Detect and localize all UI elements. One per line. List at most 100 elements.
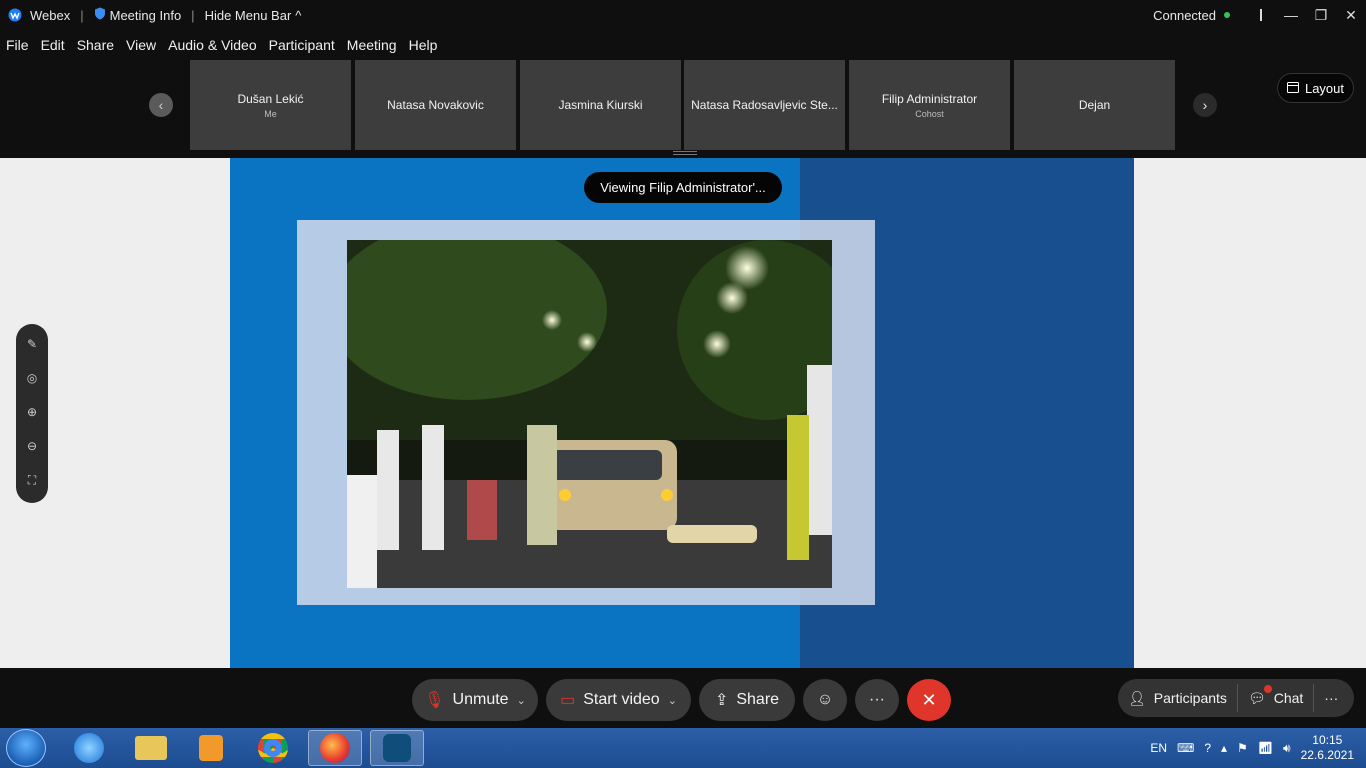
- menu-share[interactable]: Share: [77, 37, 114, 53]
- chat-bubble-icon: 💬︎: [1247, 689, 1266, 706]
- participant-name: Dušan Lekić: [237, 91, 304, 106]
- panel-more-button[interactable]: ···: [1314, 679, 1348, 717]
- participant-tile[interactable]: Dejan: [1014, 60, 1175, 150]
- volume-icon[interactable]: 🔊︎: [1283, 741, 1291, 756]
- leave-meeting-button[interactable]: ✕: [907, 679, 951, 721]
- unmute-button[interactable]: 🎙︎ Unmute ⌄: [412, 679, 538, 721]
- participant-role: Me: [264, 108, 277, 119]
- participant-strip: ‹ Dušan Lekić Me Natasa Novakovic Jasmin…: [0, 60, 1366, 158]
- menu-bar: File Edit Share View Audio & Video Parti…: [0, 30, 1366, 60]
- shared-slide: [230, 158, 1134, 668]
- minimize-button[interactable]: —: [1276, 0, 1306, 30]
- video-off-icon: ▭: [560, 692, 576, 709]
- remote-control-icon[interactable]: ◎: [22, 368, 42, 388]
- webex-logo-icon: [8, 8, 22, 22]
- firefox-icon: [320, 733, 350, 763]
- resize-handle[interactable]: [673, 151, 697, 155]
- action-center-flag-icon[interactable]: ⚑: [1237, 741, 1248, 755]
- menu-view[interactable]: View: [126, 37, 156, 53]
- internet-explorer-icon: [74, 733, 104, 763]
- chevron-up-icon: ^: [295, 7, 302, 23]
- participant-name: Natasa Radosavljevic Ste...: [691, 98, 838, 112]
- layout-button[interactable]: Layout: [1277, 73, 1354, 103]
- share-button[interactable]: ⇪ Share: [699, 679, 795, 721]
- media-player-icon: [199, 735, 223, 761]
- layout-icon: [1286, 81, 1299, 96]
- clock-time: 10:15: [1312, 733, 1343, 747]
- folder-icon: [135, 736, 167, 760]
- start-button[interactable]: [6, 729, 46, 767]
- ellipsis-icon: ···: [1324, 690, 1339, 706]
- annotate-pen-icon[interactable]: ✎: [22, 334, 42, 354]
- participant-tile[interactable]: Natasa Novakovic: [355, 60, 516, 150]
- language-indicator[interactable]: EN: [1150, 741, 1167, 755]
- menu-participant[interactable]: Participant: [269, 37, 335, 53]
- chevron-down-icon[interactable]: ⌄: [668, 694, 677, 707]
- help-icon[interactable]: ?: [1204, 741, 1211, 755]
- next-page-button[interactable]: ›: [1193, 93, 1217, 117]
- participant-role: Cohost: [915, 108, 944, 119]
- taskbar-webex[interactable]: [370, 730, 424, 766]
- keyboard-icon[interactable]: ⌨︎: [1177, 741, 1194, 755]
- app-title: Webex: [30, 7, 71, 23]
- annotation-toolbar: ✎ ◎ ⊕ ⊖ ⛶: [16, 324, 48, 503]
- photo-frame: [297, 220, 875, 605]
- taskbar-chrome[interactable]: [246, 730, 300, 766]
- taskbar-firefox[interactable]: [308, 730, 362, 766]
- windows-taskbar: EN ⌨︎ ? ▴ ⚑ 📶︎ 🔊︎ 10:15 22.6.2021: [0, 728, 1366, 768]
- close-window-button[interactable]: ✕: [1336, 0, 1366, 30]
- title-bar: Webex | Meeting Info | Hide Menu Bar ^ C…: [0, 0, 1366, 30]
- menu-audio-video[interactable]: Audio & Video: [168, 37, 256, 53]
- menu-meeting[interactable]: Meeting: [347, 37, 397, 53]
- menu-file[interactable]: File: [6, 37, 29, 53]
- meeting-info-label: Meeting Info: [109, 7, 182, 23]
- chat-label: Chat: [1273, 690, 1304, 706]
- shield-icon: [94, 7, 106, 23]
- layout-label: Layout: [1304, 80, 1345, 96]
- participant-name: Natasa Novakovic: [387, 98, 484, 112]
- previous-page-button[interactable]: ‹: [149, 93, 173, 117]
- more-options-button[interactable]: ···: [855, 679, 899, 721]
- person-icon: 👤︎: [1128, 689, 1146, 706]
- participant-tile[interactable]: Filip Administrator Cohost: [849, 60, 1010, 150]
- restore-button[interactable]: ❐: [1306, 0, 1336, 30]
- connection-status: Connected: [1153, 8, 1246, 23]
- zoom-in-icon[interactable]: ⊕: [22, 402, 42, 422]
- share-stage: Viewing Filip Administrator'... ✎ ◎ ⊕ ⊖ …: [0, 158, 1366, 668]
- clock[interactable]: 10:15 22.6.2021: [1301, 733, 1354, 763]
- reactions-button[interactable]: ☺: [803, 679, 847, 721]
- unmute-label: Unmute: [452, 691, 509, 708]
- menu-edit[interactable]: Edit: [41, 37, 65, 53]
- taskbar-file-explorer[interactable]: [124, 730, 178, 766]
- participant-tile[interactable]: Dušan Lekić Me: [190, 60, 351, 150]
- start-video-label: Start video: [583, 691, 660, 708]
- hide-menu-bar-label: Hide Menu Bar: [204, 7, 292, 23]
- panel-controls: 👤︎ Participants 💬︎ Chat ···: [1118, 679, 1354, 717]
- participants-button[interactable]: 👤︎ Participants: [1118, 679, 1237, 717]
- participant-tile[interactable]: Natasa Radosavljevic Ste...: [684, 60, 845, 150]
- taskbar-internet-explorer[interactable]: [62, 730, 116, 766]
- fit-to-window-icon[interactable]: ⛶: [22, 470, 42, 490]
- divider: [1260, 9, 1262, 21]
- close-icon: ✕: [921, 689, 937, 710]
- network-icon[interactable]: 📶︎: [1258, 741, 1273, 755]
- share-icon: ⇪: [714, 692, 729, 709]
- viewing-toast: Viewing Filip Administrator'...: [584, 172, 782, 203]
- zoom-out-icon[interactable]: ⊖: [22, 436, 42, 456]
- chrome-icon: [258, 733, 288, 763]
- meeting-controls: 🎙︎ Unmute ⌄ ▭ Start video ⌄ ⇪ Share ☺ ··…: [0, 668, 1366, 728]
- chat-button[interactable]: 💬︎ Chat: [1238, 679, 1313, 717]
- chevron-down-icon[interactable]: ⌄: [517, 694, 526, 707]
- participant-name: Jasmina Kiurski: [558, 98, 643, 112]
- taskbar-media-player[interactable]: [184, 730, 238, 766]
- meeting-info-button[interactable]: Meeting Info: [94, 7, 182, 23]
- show-hidden-icons-icon[interactable]: ▴: [1221, 741, 1227, 755]
- smiley-icon: ☺: [816, 691, 834, 708]
- connection-label: Connected: [1153, 7, 1216, 23]
- notification-dot: [1263, 685, 1272, 693]
- hide-menu-bar-button[interactable]: Hide Menu Bar ^: [205, 8, 302, 23]
- start-video-button[interactable]: ▭ Start video ⌄: [546, 679, 691, 721]
- menu-help[interactable]: Help: [409, 37, 438, 53]
- participant-tile[interactable]: Jasmina Kiurski: [520, 60, 681, 150]
- system-tray: EN ⌨︎ ? ▴ ⚑ 📶︎ 🔊︎ 10:15 22.6.2021: [1150, 728, 1354, 768]
